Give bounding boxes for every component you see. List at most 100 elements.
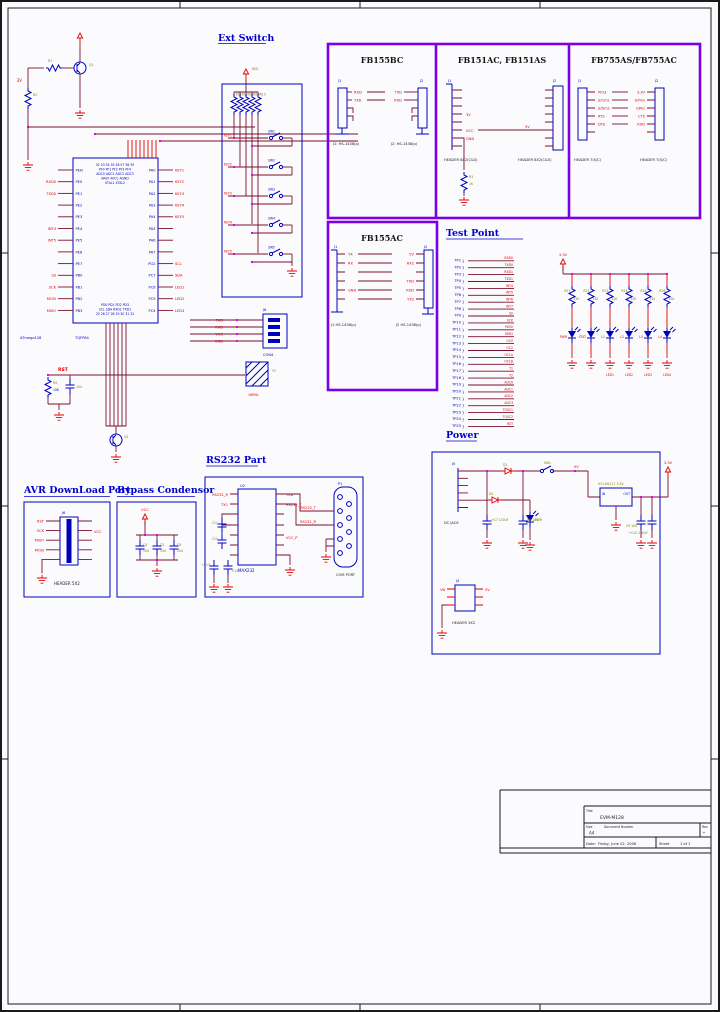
mcu-part-label: ATmega128 <box>20 336 42 340</box>
resistor-value: 330 <box>631 297 637 301</box>
net-label: TX1 <box>220 503 228 507</box>
connector-note: HEADER 8X2(C&S) <box>444 158 478 162</box>
module-wire-row: PIO3 3.3V <box>598 90 646 94</box>
resistor-value: 330 <box>669 297 675 301</box>
cap-refdes: C14 <box>232 569 238 573</box>
net-label: ADC2 <box>504 394 513 398</box>
net-label: S/Dms <box>598 106 610 110</box>
net-label: ADC1 <box>504 387 513 391</box>
net-label: ADC0 <box>504 380 513 384</box>
size-label: Size <box>586 825 592 829</box>
connector-note: HEADER 8X2(C&S) <box>518 158 552 162</box>
net-label: MISO <box>505 332 514 336</box>
mcu-inner-text: 25 26 27 28 29 30 31 32 <box>96 312 134 316</box>
mcu-left-pin: PB1 SCK <box>49 285 83 289</box>
connector-note: HEADER 3X2 <box>452 621 475 625</box>
connector-note: COM PORT <box>336 573 356 577</box>
module-fb151: FB151AC, FB151AS J1 J2 3V VCC 5V GND R3 … <box>444 55 564 206</box>
net-label: KEY3 <box>175 192 184 196</box>
resistor-refdes: R21 <box>564 289 570 293</box>
connector-refdes: J1 <box>577 79 581 83</box>
net-label: LED2 <box>175 297 184 301</box>
mcu-left-pin: PB3 MISO <box>47 309 83 313</box>
net-label: ADC3 <box>504 401 513 405</box>
net-label-33v: 3.3V <box>559 253 568 257</box>
connector-body <box>417 87 428 129</box>
net-label: KEY3 <box>224 192 232 196</box>
osc-row: VCC <box>190 332 263 336</box>
led-column: R21 330 PWR <box>560 273 581 369</box>
test-point-refdes: TP5 <box>453 286 461 290</box>
mcu-left-pin: PB2 MOSI <box>47 297 83 301</box>
osc-connector: TXD RXD VCC GND J8 CON4 Y2 16MHz <box>190 308 288 397</box>
net-label: TX2 <box>406 297 414 301</box>
resonator-refdes: Y2 <box>272 369 276 373</box>
mcu-right-pin: PC4 LED3 <box>149 309 185 313</box>
test-point-refdes: TP7 <box>453 300 461 304</box>
mcu-inner-text: SCL SDA RXD1 TXD1 <box>99 308 131 312</box>
test-point-row: TP10 } SCK <box>451 318 514 325</box>
resistor-refdes: R2 <box>33 93 37 97</box>
module-title: FB151AC, FB151AS <box>458 55 546 65</box>
test-point-brace: } <box>462 390 464 394</box>
resistor-value: 330 <box>612 297 618 301</box>
net-label: RTS <box>598 114 605 118</box>
pin-name: PA4 <box>149 215 156 219</box>
connector-body <box>654 87 665 141</box>
net-label: STAT <box>579 335 586 339</box>
net-label: RXD <box>354 90 362 94</box>
module-fb155ac: FB155AC J1 J2 TX RX GND 5VRX2TXDRXDTX2 J… <box>330 233 434 327</box>
test-point-brace: } <box>462 293 464 297</box>
test-point-refdes: TP2 <box>453 265 461 269</box>
test-point-brace: } <box>462 355 464 359</box>
date-value: Friday, June 02, 2006 <box>598 842 637 846</box>
test-point-brace: } <box>462 424 464 428</box>
test-point-refdes: TP11 <box>451 328 461 332</box>
net-label: KEY5 <box>175 215 184 219</box>
pin-name: PA0 <box>149 168 156 172</box>
db9-body <box>333 486 358 568</box>
net-label: SCK <box>49 285 57 289</box>
net-label: INT6 <box>506 298 513 302</box>
net-label: SDA <box>175 274 183 278</box>
mcu-left-pin: PE3 <box>58 215 82 219</box>
test-point-refdes: TP4 <box>453 279 461 283</box>
net-label: 5V <box>485 588 490 592</box>
led-column: R26 330 L4 LED4 <box>658 273 676 377</box>
net-label: TXD1 <box>504 277 513 281</box>
net-label-vcc: VCC <box>141 508 149 512</box>
mcu-right-pin: PA2 KEY3 <box>149 192 184 196</box>
connector-note: DC JACK <box>444 521 459 525</box>
net-label: VCC <box>94 530 102 534</box>
test-point-brace: } <box>462 418 464 422</box>
test-point-brace: } <box>462 342 464 346</box>
title-label: Title <box>585 809 593 813</box>
test-point-refdes: TP18 <box>451 376 462 380</box>
test-point-row: TP2 } TXD0 <box>453 263 514 270</box>
resistor-refdes: R24 <box>621 289 627 293</box>
module-wire-row: DTE RXD <box>598 122 645 126</box>
connector-body <box>454 584 476 612</box>
cap-label: +C7 100uF <box>491 518 509 522</box>
net-label: VB <box>440 588 445 592</box>
switch-refdes: SW2 <box>268 159 275 163</box>
test-point-row: TP16 } OC1B <box>451 360 514 366</box>
net-label: MOSI <box>505 325 513 329</box>
net-label: RXD1 <box>504 270 513 274</box>
connector-body <box>552 85 564 151</box>
module-title: FB755AS/FB755AC <box>591 55 677 65</box>
net-label: T2 <box>508 374 513 378</box>
doc-label: Document Number <box>604 825 634 829</box>
test-point-refdes: TP25 <box>451 424 461 428</box>
switch-refdes: SW1 <box>544 461 551 465</box>
regulator-body <box>599 487 633 507</box>
test-point-brace: } <box>462 280 464 284</box>
net-label: SCK <box>507 318 514 322</box>
net-label: GPks <box>636 106 645 110</box>
rev-value: * <box>703 831 705 836</box>
net-label: RS232_T <box>300 506 316 510</box>
connector-refdes: J6 <box>61 511 66 515</box>
sheet-label: Sheet <box>659 842 670 846</box>
led-column: R23 330 L1 LED1 <box>601 273 619 377</box>
pin-name: PC5 <box>149 297 156 301</box>
